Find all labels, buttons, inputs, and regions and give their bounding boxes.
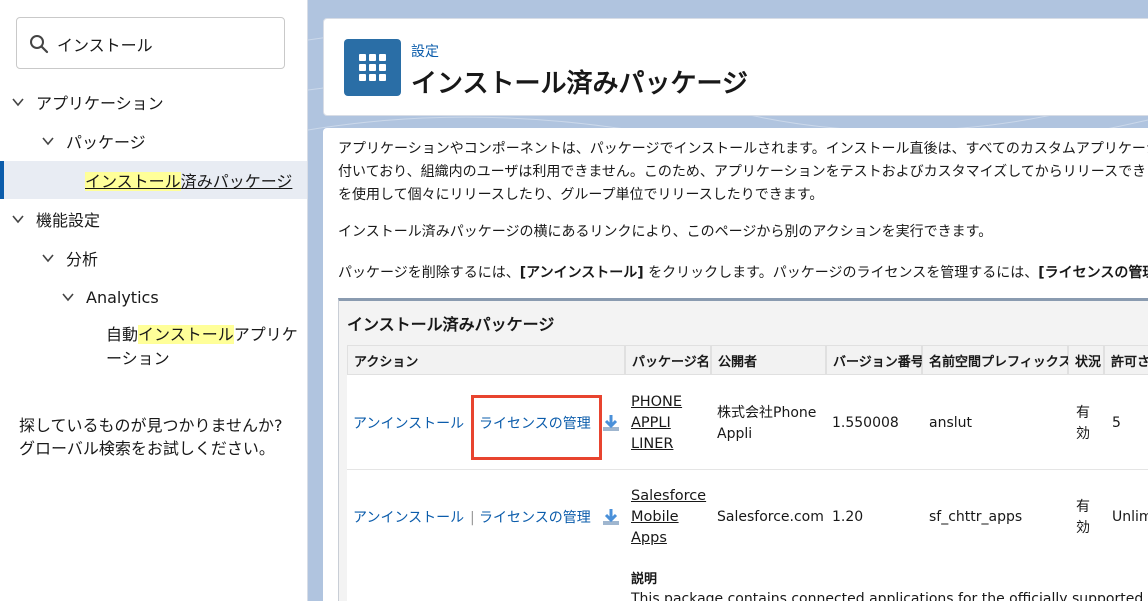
uninstall-paragraph: パッケージを削除するには、[アンインストール] をクリックします。パッケージのラ… [338,265,1148,281]
publisher-cell: Salesforce.com [717,509,824,525]
col-header-version[interactable]: バージョン番号 [826,345,924,375]
col-header-namespace[interactable]: 名前空間プレフィックス [922,345,1071,375]
content-panel: アプリケーションやコンポーネントは、パッケージでインストールされます。インストー… [323,128,1148,601]
setup-sidebar: アプリケーション パッケージ インストール済みパッケージ 機能設定 分析 Ana… [0,0,308,601]
installed-packages-section: インストール済みパッケージ アクション パッケージ名 公開者 バージョン番号 名… [338,298,1148,601]
download-icon[interactable] [601,413,621,433]
manage-licenses-link[interactable]: ライセンスの管理 [479,508,591,529]
status-cell: 有 効 [1076,499,1090,536]
quick-find-input[interactable] [57,30,277,58]
description-label: 説明 [631,572,658,587]
uninstall-link[interactable]: アンインストール [353,508,464,529]
tree-item-label: 分析 [66,250,99,269]
setup-app-icon [344,39,401,96]
tree-item-analytics[interactable]: Analytics [60,282,159,312]
intro-paragraph: アプリケーションやコンポーネントは、パッケージでインストールされます。インストー… [338,141,1148,203]
publisher-cell: 株式会社Phone Appli [717,405,817,442]
breadcrumb-setup[interactable]: 設定 [411,41,439,61]
col-header-action: アクション [347,345,625,375]
description-text: This package contains connected applicat… [631,591,1148,601]
links-paragraph: インストール済みパッケージの横にあるリンクにより、このページから別のアクションを… [338,224,993,240]
namespace-cell: anslut [929,415,972,431]
package-name-link[interactable]: PHONE APPLI LINER [631,392,682,455]
tree-item-label: アプリケーション [36,94,164,113]
tree-item-label: インストール済みパッケージ [85,172,293,191]
search-help-text: 探しているものが見つかりませんか? グローバル検索をお試しください。 [19,416,283,458]
version-cell: 1.20 [832,509,864,525]
chevron-down-icon [12,98,24,107]
allowed-cell: Unlim [1112,509,1148,525]
version-cell: 1.550008 [832,415,899,431]
row-divider [347,469,1148,470]
package-name-link[interactable]: Salesforce Mobile Apps [631,486,706,549]
tree-item-installed-packages[interactable]: インストール済みパッケージ [0,161,307,199]
grid-icon [359,54,386,81]
tree-item-analytics-ja[interactable]: 分析 [40,243,98,273]
status-cell: 有 効 [1076,405,1090,442]
tree-item-feature-settings[interactable]: 機能設定 [10,204,100,234]
col-header-publisher[interactable]: 公開者 [711,345,826,375]
page-title: インストール済みパッケージ [411,69,748,99]
search-icon [30,35,49,54]
chevron-down-icon [42,137,54,146]
chevron-down-icon [12,215,24,224]
col-header-package-name[interactable]: パッケージ名 [625,345,711,375]
tree-item-auto-installed-apps[interactable]: 自動インストールアプリケ ーション [106,323,301,371]
tree-item-label: パッケージ [66,133,146,152]
tree-item-packages[interactable]: パッケージ [40,126,146,156]
chevron-down-icon [42,254,54,263]
col-header-status[interactable]: 状況 [1068,345,1104,375]
uninstall-link[interactable]: アンインストール [353,414,464,435]
main-area: 設定 インストール済みパッケージ アプリケーションやコンポーネントは、パッケージ… [308,0,1148,601]
tree-item-applications[interactable]: アプリケーション [10,87,164,117]
quick-find-box[interactable] [16,17,285,69]
download-icon[interactable] [601,507,621,527]
annotation-highlight-box [471,395,602,460]
tree-item-label: Analytics [86,287,159,307]
packages-table: アクション パッケージ名 公開者 バージョン番号 名前空間プレフィックス 状況 … [347,345,1148,601]
link-separator: | [470,510,475,526]
page-header: 設定 インストール済みパッケージ [323,18,1148,116]
tree-item-label: 機能設定 [36,211,101,230]
allowed-cell: 5 [1112,415,1121,431]
section-title: インストール済みパッケージ [347,315,555,334]
col-header-allowed[interactable]: 許可さ [1104,345,1148,375]
namespace-cell: sf_chttr_apps [929,509,1023,525]
chevron-down-icon [62,293,74,302]
